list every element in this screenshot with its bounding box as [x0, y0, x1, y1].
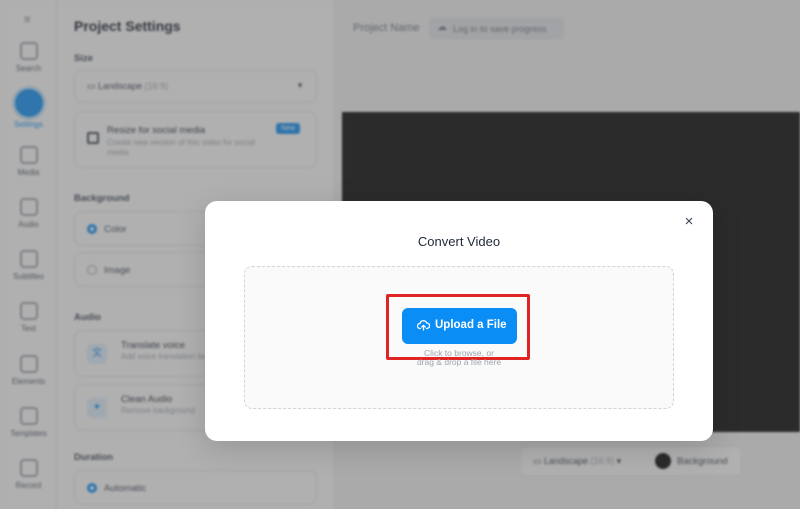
dropzone-hint: Click to browse, or drag & drop a file h… [416, 348, 502, 367]
cloud-upload-icon [417, 320, 430, 331]
file-dropzone[interactable]: Upload a File Click to browse, or drag &… [244, 266, 674, 409]
close-icon[interactable]: × [681, 214, 697, 230]
modal-title: Convert Video [417, 234, 501, 249]
upload-file-button[interactable]: Upload a File [402, 308, 517, 344]
convert-video-modal: Convert Video × Upload a File Click to b… [205, 201, 713, 441]
upload-button-label: Upload a File [435, 319, 507, 331]
